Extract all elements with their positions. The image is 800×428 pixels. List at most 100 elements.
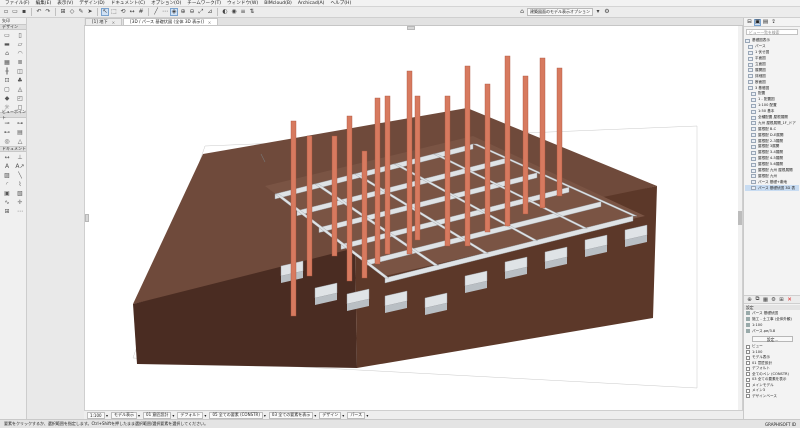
view-setting[interactable]: デザイン ▾ (319, 411, 344, 419)
beam-tool-icon[interactable]: ▬ (1, 40, 13, 48)
roof-tool-icon[interactable]: ⌂ (1, 49, 13, 57)
view-tab[interactable]: [3D / パース 基礎伏図 (全体 3D 表示)] × (123, 18, 219, 25)
view-setting[interactable]: パース ▾ (347, 411, 368, 419)
figure-tool-icon[interactable]: ▧ (14, 189, 26, 197)
3d-viewport[interactable] (84, 26, 743, 410)
save-icon[interactable]: ▪ (20, 8, 28, 16)
view-setting[interactable]: 03 全ての要素を表示 ▾ (268, 411, 316, 419)
spline-tool-icon[interactable]: ∿ (1, 198, 13, 206)
detail-tool-icon[interactable]: ◎ (1, 137, 13, 145)
save-view-icon[interactable]: ▦ (762, 296, 769, 303)
view-search-input[interactable]: ビュー一覧を検索 (746, 29, 798, 35)
fit-window-icon[interactable]: ⤢ (197, 8, 205, 16)
line-tool-icon[interactable]: ╲ (14, 171, 26, 179)
stair-tool-icon[interactable]: ≣ (14, 58, 26, 66)
menu-item[interactable]: ウィンドウ(W) (224, 0, 261, 7)
graphisoft-id-button[interactable]: GRAPHISOFT ID (765, 422, 796, 427)
window-tool-icon[interactable]: ⊡ (1, 76, 13, 84)
publisher-icon[interactable]: ⇪ (770, 19, 777, 26)
vertical-scrollbar[interactable] (738, 26, 742, 410)
menu-item[interactable]: デザイン(D) (76, 0, 108, 7)
wall-tool-icon[interactable]: ▭ (1, 31, 13, 39)
grid-tool-icon[interactable]: ⊞ (1, 207, 13, 215)
chevron-down-icon[interactable]: ▾ (594, 8, 602, 16)
interior-elevation-icon[interactable]: ⊷ (1, 128, 13, 136)
close-icon[interactable]: × (208, 20, 212, 25)
toolbox-category-document[interactable]: ドキュメント (0, 146, 26, 152)
menu-item[interactable]: ドキュメント(C) (108, 0, 148, 7)
project-map-icon[interactable]: ⊟ (746, 19, 753, 26)
shell-tool-icon[interactable]: ◠ (14, 49, 26, 57)
new-file-icon[interactable]: ▫ (2, 8, 10, 16)
open-file-icon[interactable]: ▭ (11, 8, 19, 16)
settings-button[interactable]: 設定... (752, 336, 793, 342)
layout-icon[interactable]: ⊞ (59, 8, 67, 16)
camera-icon[interactable]: ◉ (230, 8, 238, 16)
more-tools-icon[interactable]: ⋯ (14, 207, 26, 215)
railing-tool-icon[interactable]: ╫ (1, 67, 13, 75)
menu-item[interactable]: チームワーク(T) (184, 0, 224, 7)
measure-icon[interactable]: ↔ (128, 8, 136, 16)
split-handle-top[interactable] (407, 26, 415, 30)
hotspot-tool-icon[interactable]: ✛ (14, 198, 26, 206)
view-setting[interactable]: モデル表示 ▾ (111, 411, 140, 419)
pen-icon[interactable]: ✎ (77, 8, 85, 16)
view-tab[interactable]: [1] 地下 × (85, 18, 123, 25)
3d-cut-icon[interactable]: ◈ (170, 8, 178, 16)
dimension-tool-icon[interactable]: ↔ (1, 153, 13, 161)
view-options-dropdown[interactable]: 建築図面のモデル表示オプション (527, 8, 593, 16)
polyline-tool-icon[interactable]: ⌇ (14, 180, 26, 188)
split-handle-left[interactable] (85, 214, 89, 222)
option-row[interactable]: デザインベース (744, 394, 800, 400)
level-dimension-icon[interactable]: ⊥ (14, 153, 26, 161)
snap-point-icon[interactable]: ⋯ (161, 8, 169, 16)
menu-item[interactable]: ファイル(F) (2, 0, 33, 7)
view-setting[interactable]: デフォルト ▾ (177, 411, 206, 419)
object-tool-icon[interactable]: ♣ (14, 76, 26, 84)
marquee-icon[interactable]: ⬚ (110, 8, 118, 16)
toolbox-category-viewpoint[interactable]: ビューポイント (0, 109, 26, 120)
change-tool-icon[interactable]: △ (14, 137, 26, 145)
grid-snap-icon[interactable]: # (137, 8, 145, 16)
undo-icon[interactable]: ↶ (35, 8, 43, 16)
door-tool-icon[interactable]: ◫ (14, 67, 26, 75)
menu-item[interactable]: Archicad(A) (295, 0, 328, 7)
zoom-out-icon[interactable]: ⊖ (188, 8, 196, 16)
mesh-tool-icon[interactable]: ◬ (14, 85, 26, 93)
redo-icon[interactable]: ↷ (44, 8, 52, 16)
view-setting[interactable]: 01 意匠設計 ▾ (143, 411, 174, 419)
guideline-icon[interactable]: ╱ (152, 8, 160, 16)
column-tool-icon[interactable]: ▯ (14, 31, 26, 39)
slab-tool-icon[interactable]: ▱ (14, 40, 26, 48)
menu-item[interactable]: 表示(V) (54, 0, 76, 7)
view-setting[interactable]: 05 全ての要素 (CONSTR) ▾ (209, 411, 266, 419)
render-icon[interactable]: ◐ (221, 8, 229, 16)
grid-icon[interactable]: ⊞ (778, 296, 785, 303)
scrollbar-thumb[interactable] (738, 211, 742, 225)
teamwork-icon[interactable]: ⇅ (248, 8, 256, 16)
menu-item[interactable]: ヘルプ(H) (327, 0, 354, 7)
fill-tool-icon[interactable]: ▨ (1, 171, 13, 179)
view-setting[interactable]: 1:100 ▾ (87, 411, 108, 419)
zone-tool-icon[interactable]: ▢ (1, 85, 13, 93)
menu-item[interactable]: 編集(E) (33, 0, 55, 7)
zoom-in-icon[interactable]: ⊕ (179, 8, 187, 16)
settings-icon[interactable]: ⚙ (770, 296, 777, 303)
cursor-icon[interactable]: ➤ (86, 8, 94, 16)
drawing-tool-icon[interactable]: ▣ (1, 189, 13, 197)
elevation-tool-icon[interactable]: ⊶ (14, 119, 26, 127)
section-icon[interactable]: ⊿ (206, 8, 214, 16)
skylight-tool-icon[interactable]: ◰ (14, 94, 26, 102)
delete-icon[interactable]: ✕ (786, 296, 793, 303)
section-tool-icon[interactable]: ⊸ (1, 119, 13, 127)
text-tool-icon[interactable]: A (1, 162, 13, 170)
orbit-icon[interactable]: ⟲ (119, 8, 127, 16)
menu-item[interactable]: BIMcloud(B) (261, 0, 295, 7)
curtain-wall-icon[interactable]: ▦ (1, 58, 13, 66)
close-icon[interactable]: × (112, 20, 116, 25)
menu-item[interactable]: オプション(O) (148, 0, 184, 7)
3d-window-icon[interactable]: ◇ (68, 8, 76, 16)
foundation-3d-model[interactable] (85, 26, 740, 410)
new-folder-icon[interactable]: ⊕ (746, 296, 753, 303)
tree-item[interactable]: パース 基礎伏図 3D 表 (745, 185, 799, 192)
